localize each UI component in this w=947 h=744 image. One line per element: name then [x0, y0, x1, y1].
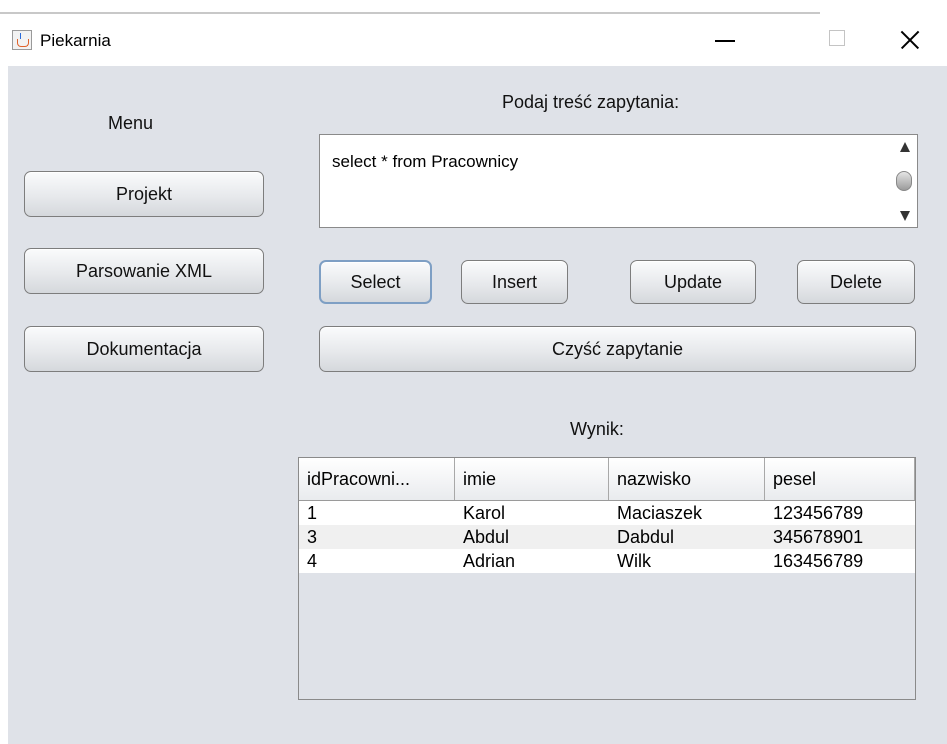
close-icon[interactable]	[880, 14, 940, 66]
cell-id[interactable]: 4	[299, 549, 455, 573]
dokumentacja-button[interactable]: Dokumentacja	[24, 326, 264, 372]
menu-heading: Menu	[108, 113, 154, 133]
cell-nazwisko[interactable]: Wilk	[609, 549, 765, 573]
query-label: Podaj treść zapytania:	[502, 92, 680, 112]
cell-pesel[interactable]: 163456789	[765, 549, 915, 573]
table-row[interactable]: 3 Abdul Dabdul 345678901	[299, 525, 915, 549]
query-scrollbar[interactable]	[893, 137, 915, 225]
java-app-icon	[12, 30, 32, 50]
title-bar[interactable]: Piekarnia	[0, 14, 947, 66]
table-row[interactable]: 1 Karol Maciaszek 123456789	[299, 501, 915, 525]
scroll-up-icon[interactable]	[900, 142, 910, 152]
column-header-id[interactable]: idPracowni...	[299, 458, 455, 500]
main-panel: Menu Projekt Parsowanie XML Dokumentacja…	[8, 66, 947, 744]
query-text[interactable]: select * from Pracownicy	[332, 152, 518, 172]
cell-id[interactable]: 3	[299, 525, 455, 549]
maximize-icon[interactable]	[808, 14, 868, 66]
minimize-icon[interactable]	[695, 14, 755, 66]
parsowanie-xml-button[interactable]: Parsowanie XML	[24, 248, 264, 294]
cell-id[interactable]: 1	[299, 501, 455, 525]
column-header-imie[interactable]: imie	[455, 458, 609, 500]
column-header-pesel[interactable]: pesel	[765, 458, 915, 500]
result-table[interactable]: idPracowni... imie nazwisko pesel 1 Karo…	[298, 457, 916, 700]
cell-nazwisko[interactable]: Maciaszek	[609, 501, 765, 525]
result-label: Wynik:	[570, 419, 624, 439]
column-header-nazwisko[interactable]: nazwisko	[609, 458, 765, 500]
update-button[interactable]: Update	[630, 260, 756, 304]
scroll-down-icon[interactable]	[900, 211, 910, 221]
query-textarea[interactable]: select * from Pracownicy	[319, 134, 918, 228]
cell-nazwisko[interactable]: Dabdul	[609, 525, 765, 549]
scroll-thumb[interactable]	[896, 171, 912, 191]
table-header: idPracowni... imie nazwisko pesel	[299, 458, 915, 501]
clear-query-button[interactable]: Czyść zapytanie	[319, 326, 916, 372]
select-button[interactable]: Select	[319, 260, 432, 304]
cell-pesel[interactable]: 123456789	[765, 501, 915, 525]
window-top-strip	[0, 0, 947, 14]
delete-button[interactable]: Delete	[797, 260, 915, 304]
window-title: Piekarnia	[40, 31, 111, 50]
projekt-button[interactable]: Projekt	[24, 171, 264, 217]
table-row[interactable]: 4 Adrian Wilk 163456789	[299, 549, 915, 573]
table-body: 1 Karol Maciaszek 123456789 3 Abdul Dabd…	[299, 501, 915, 573]
insert-button[interactable]: Insert	[461, 260, 568, 304]
cell-imie[interactable]: Karol	[455, 501, 609, 525]
cell-pesel[interactable]: 345678901	[765, 525, 915, 549]
cell-imie[interactable]: Adrian	[455, 549, 609, 573]
cell-imie[interactable]: Abdul	[455, 525, 609, 549]
